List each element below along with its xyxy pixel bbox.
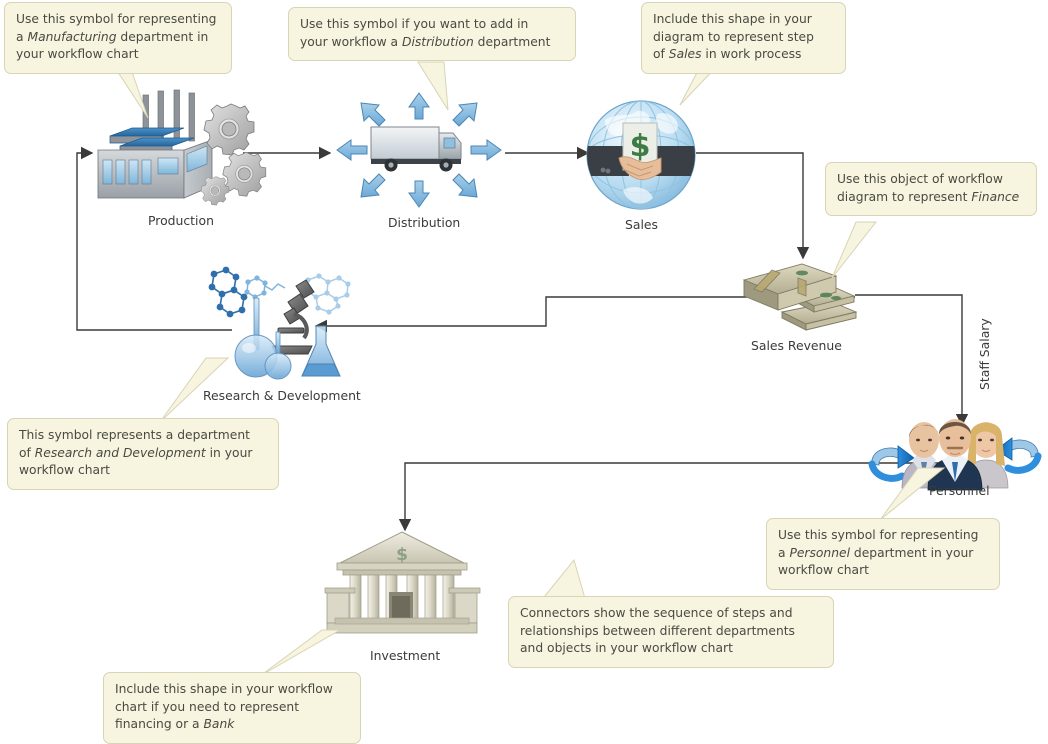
callout-tail-finance [831,221,878,279]
callout-line: diagram to represent step [653,29,814,44]
callout-line: Connectors show the sequence of steps an… [520,606,793,620]
callout-line: Use this object of workflow [837,172,1003,186]
callout-line: your workflow chart [16,47,139,61]
callout-bank: Include this shape in your workflow char… [103,672,361,744]
connector-sales-to-sales-revenue [696,152,810,260]
callout-line: Include this shape in your [653,12,812,26]
callout-line: department [473,34,551,49]
callout-line: a [16,29,28,44]
callout-line: department in [116,29,209,44]
node-label-sales: Sales [625,217,658,232]
callout-tail-distribution [417,61,449,111]
callout-line: Use this symbol for representing [16,12,217,26]
bank-building-icon: $ [324,531,481,634]
callout-line: Use this symbol for representing [778,528,979,542]
callout-line: financing or a [115,717,204,731]
callout-line: Use this symbol if you want to add in [300,17,529,31]
callout-line: department in your [850,545,974,560]
callout-line: of [653,47,669,61]
svg-text:$: $ [396,545,408,565]
callout-emphasis: Manufacturing [27,29,117,44]
node-investment[interactable]: $ [324,530,481,640]
diagram-canvas: Production Distribution $ Sales Sales Re… [0,0,1048,744]
callout-line: of [19,445,35,460]
callout-emphasis: Personnel [789,545,850,560]
callout-emphasis: Sales [668,47,702,61]
node-label-distribution: Distribution [388,215,461,230]
callout-personnel: Use this symbol for representing a Perso… [766,518,1000,590]
callout-line: chart if you need to represent [115,699,300,714]
callout-line: in your [205,445,253,460]
callout-emphasis: Research and Development [34,445,206,460]
callout-line: diagram to represent [837,189,972,204]
callout-rnd: This symbol represents a department of R… [7,418,279,490]
callout-line: your workflow a [300,34,402,49]
callout-line: in work process [701,47,802,61]
node-label-production: Production [148,213,214,228]
callout-line: workflow chart [778,563,869,577]
callout-line: workflow chart [19,463,110,477]
callout-emphasis: Distribution [402,34,474,49]
callout-emphasis: Bank [203,717,235,731]
callout-line: a [778,545,790,560]
callout-emphasis: Finance [971,189,1020,204]
callout-line: and objects in your workflow chart [520,641,733,655]
callout-distribution: Use this symbol if you want to add in yo… [288,7,576,61]
callout-sales: Include this shape in your diagram to re… [641,2,846,74]
callout-line: Include this shape in your workflow [115,682,333,696]
callout-line: This symbol represents a department [19,428,250,442]
callout-finance: Use this object of workflow diagram to r… [825,162,1037,216]
callout-manufacturing: Use this symbol for representing a Manuf… [4,2,232,74]
connector-label-staff-salary: Staff Salary [977,318,992,390]
callout-line: relationships between different departme… [520,623,795,638]
callout-connectors: Connectors show the sequence of steps an… [508,596,834,668]
node-label-investment: Investment [370,648,441,663]
node-label-sales-revenue: Sales Revenue [751,338,842,353]
